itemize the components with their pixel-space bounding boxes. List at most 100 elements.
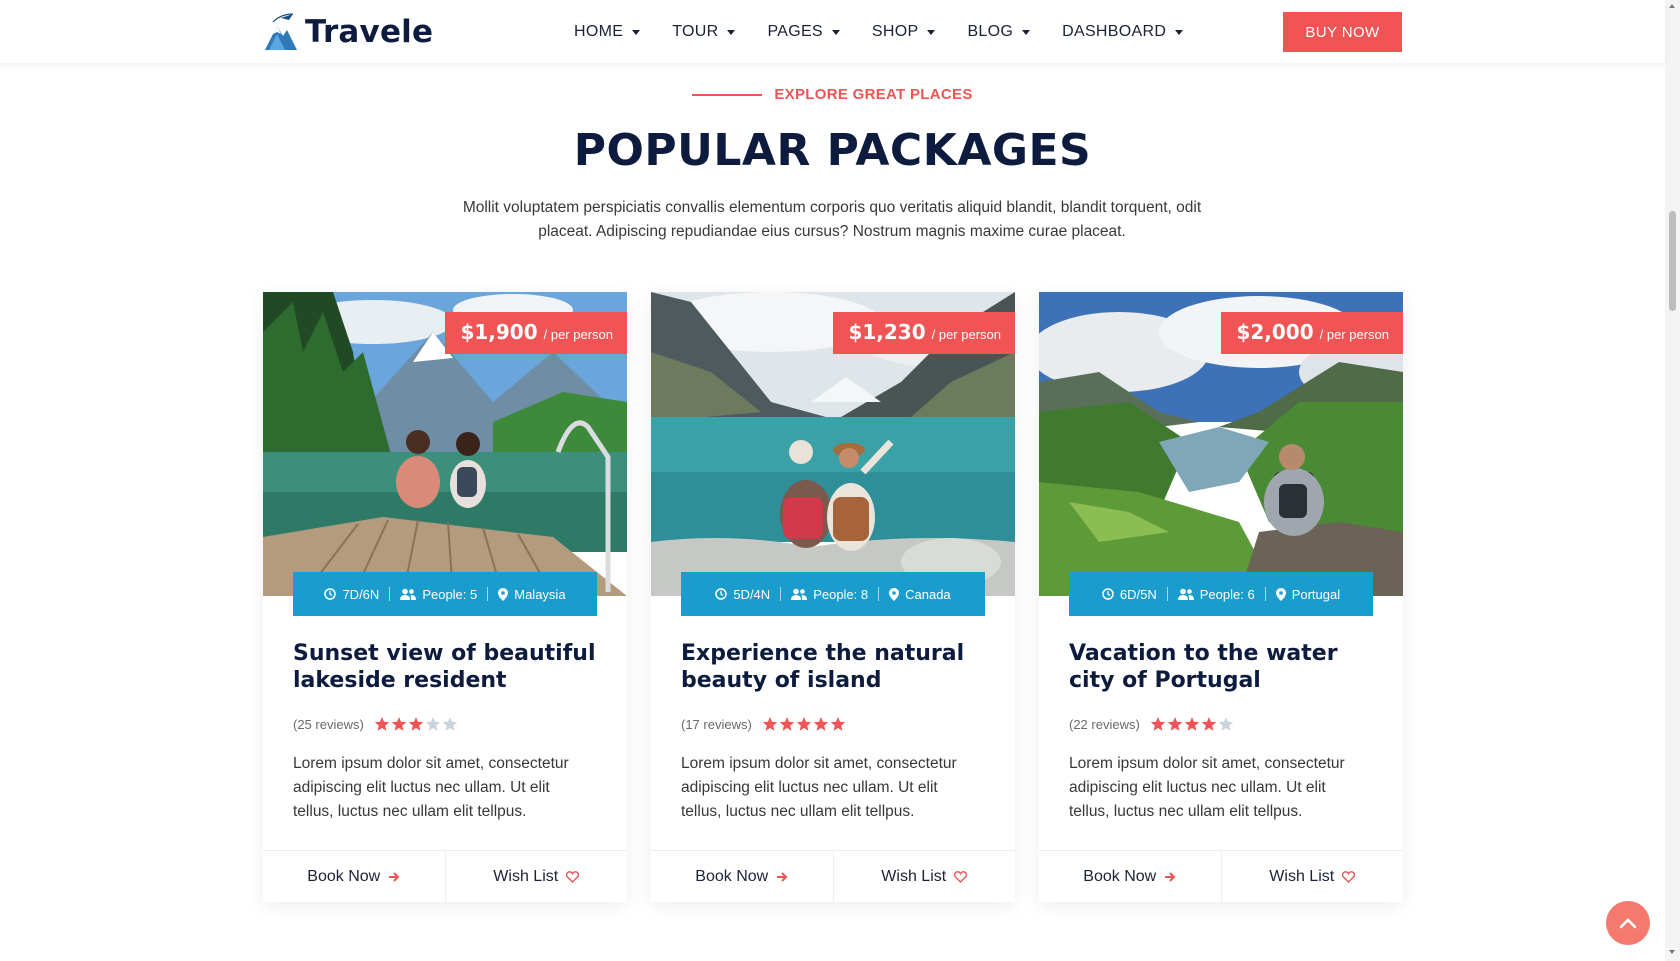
- meta-divider: [780, 587, 782, 601]
- logo[interactable]: Travele: [263, 10, 433, 54]
- wish-list-button[interactable]: Wish List: [832, 851, 1016, 902]
- location-text: Canada: [905, 586, 951, 602]
- nav-item-dashboard[interactable]: DASHBOARD: [1062, 20, 1184, 44]
- star-empty-icon: [1218, 717, 1233, 731]
- star-rating: [762, 716, 847, 732]
- eyebrow-divider: [692, 93, 763, 96]
- clock-icon: [324, 588, 337, 600]
- people-meta: People: 6: [1177, 587, 1255, 602]
- price-tag: $1,900 / per person: [445, 312, 627, 354]
- price-unit: / per person: [543, 327, 613, 342]
- heart-icon: [1342, 870, 1356, 883]
- book-now-label: Book Now: [307, 867, 381, 885]
- nav-item-label: BLOG: [967, 23, 1014, 40]
- scrollbar-thumb[interactable]: [1669, 211, 1676, 311]
- back-to-top-button[interactable]: [1606, 901, 1650, 945]
- buy-now-button[interactable]: BUY NOW: [1283, 12, 1402, 52]
- star-filled-icon: [1150, 717, 1165, 731]
- review-count: (17 reviews): [681, 716, 752, 732]
- book-now-button[interactable]: Book Now: [651, 851, 833, 902]
- map-pin-icon: [498, 587, 509, 601]
- duration-text: 7D/6N: [342, 586, 380, 602]
- star-filled-icon: [1184, 717, 1199, 731]
- site-header: Travele HOME TOUR PAGES SHOP BLOG DASHBO…: [0, 0, 1665, 63]
- star-filled-icon: [796, 717, 811, 731]
- nav-item-label: PAGES: [767, 23, 823, 40]
- nav-item-label: DASHBOARD: [1062, 23, 1167, 40]
- section-eyebrow: EXPLORE GREAT PLACES: [0, 86, 1665, 103]
- package-title[interactable]: Sunset view of beautiful lakeside reside…: [293, 640, 603, 694]
- package-image[interactable]: $1,230 / per person: [651, 292, 1015, 596]
- star-filled-icon: [1167, 717, 1182, 731]
- package-image[interactable]: $1,900 / per person: [263, 292, 627, 596]
- people-meta: People: 5: [400, 587, 477, 602]
- location-text: Malaysia: [514, 586, 566, 602]
- package-title[interactable]: Experience the natural beauty of island: [681, 640, 991, 694]
- meta-divider: [1264, 587, 1266, 601]
- heart-icon: [566, 870, 580, 883]
- users-icon: [1177, 588, 1194, 600]
- wish-list-button[interactable]: Wish List: [1220, 851, 1404, 902]
- nav-item-tour[interactable]: TOUR: [672, 20, 736, 44]
- nav-item-blog[interactable]: BLOG: [967, 20, 1031, 44]
- review-count: (22 reviews): [1069, 716, 1140, 732]
- package-description: Lorem ipsum dolor sit amet, consectetur …: [293, 755, 569, 820]
- people-text: People: 8: [813, 586, 869, 602]
- card-actions: Book Now Wish List: [651, 850, 1015, 902]
- star-filled-icon: [374, 717, 389, 731]
- package-card: $1,900 / per person 7D/6N People: 5 Mala…: [263, 292, 627, 902]
- arrow-right-icon: [777, 871, 788, 882]
- clock-icon: [715, 588, 728, 600]
- meta-divider: [389, 587, 391, 601]
- price-amount: $2,000: [1236, 320, 1314, 344]
- nav-item-label: TOUR: [672, 23, 719, 40]
- nav-item-shop[interactable]: SHOP: [872, 20, 936, 44]
- price-unit: / per person: [931, 327, 1001, 342]
- arrow-right-icon: [389, 871, 400, 882]
- price-tag: $2,000 / per person: [1221, 312, 1403, 354]
- chevron-up-icon: [1619, 918, 1637, 929]
- star-filled-icon: [762, 717, 777, 731]
- package-description: Lorem ipsum dolor sit amet, consectetur …: [681, 755, 957, 820]
- wish-list-label: Wish List: [1269, 867, 1335, 885]
- rating-row: (22 reviews): [1069, 716, 1235, 732]
- card-actions: Book Now Wish List: [1039, 850, 1403, 902]
- package-image[interactable]: $2,000 / per person: [1039, 292, 1403, 596]
- price-amount: $1,900: [460, 320, 538, 344]
- package-card: $1,230 / per person 5D/4N People: 8 Cana…: [651, 292, 1015, 902]
- wish-list-button[interactable]: Wish List: [444, 851, 628, 902]
- wish-list-label: Wish List: [881, 867, 947, 885]
- arrow-right-icon: [1165, 871, 1176, 882]
- caret-down-icon: [1022, 29, 1031, 35]
- nav-item-home[interactable]: HOME: [574, 20, 641, 44]
- duration-text: 5D/4N: [733, 586, 771, 602]
- duration-meta: 5D/4N: [715, 587, 770, 602]
- caret-down-icon: [727, 29, 736, 35]
- book-now-label: Book Now: [1083, 867, 1157, 885]
- star-filled-icon: [391, 717, 406, 731]
- nav-item-pages[interactable]: PAGES: [767, 20, 840, 44]
- section-title: POPULAR PACKAGES: [573, 125, 1092, 176]
- duration-text: 6D/5N: [1119, 586, 1157, 602]
- review-count: (25 reviews): [293, 716, 364, 732]
- book-now-label: Book Now: [695, 867, 769, 885]
- scroll-down-arrow-icon[interactable]: [1669, 950, 1675, 954]
- logo-text: Travele: [305, 14, 434, 50]
- scroll-up-arrow-icon[interactable]: [1669, 4, 1675, 8]
- book-now-button[interactable]: Book Now: [1039, 851, 1221, 902]
- book-now-button[interactable]: Book Now: [263, 851, 445, 902]
- nav-item-label: SHOP: [871, 23, 919, 40]
- duration-meta: 7D/6N: [324, 587, 379, 602]
- caret-down-icon: [1175, 29, 1184, 35]
- clock-icon: [1102, 588, 1114, 600]
- card-actions: Book Now Wish List: [263, 850, 627, 902]
- package-card: $2,000 / per person 6D/5N People: 6 Port…: [1039, 292, 1403, 902]
- scrollbar-track[interactable]: [1665, 0, 1680, 961]
- package-meta-bar: 6D/5N People: 6 Portugal: [1069, 572, 1373, 616]
- caret-down-icon: [831, 29, 840, 35]
- package-title[interactable]: Vacation to the water city of Portugal: [1069, 640, 1379, 694]
- meta-divider: [487, 587, 489, 601]
- wish-list-label: Wish List: [493, 867, 559, 885]
- location-meta: Malaysia: [498, 586, 566, 602]
- people-meta: People: 8: [791, 587, 868, 602]
